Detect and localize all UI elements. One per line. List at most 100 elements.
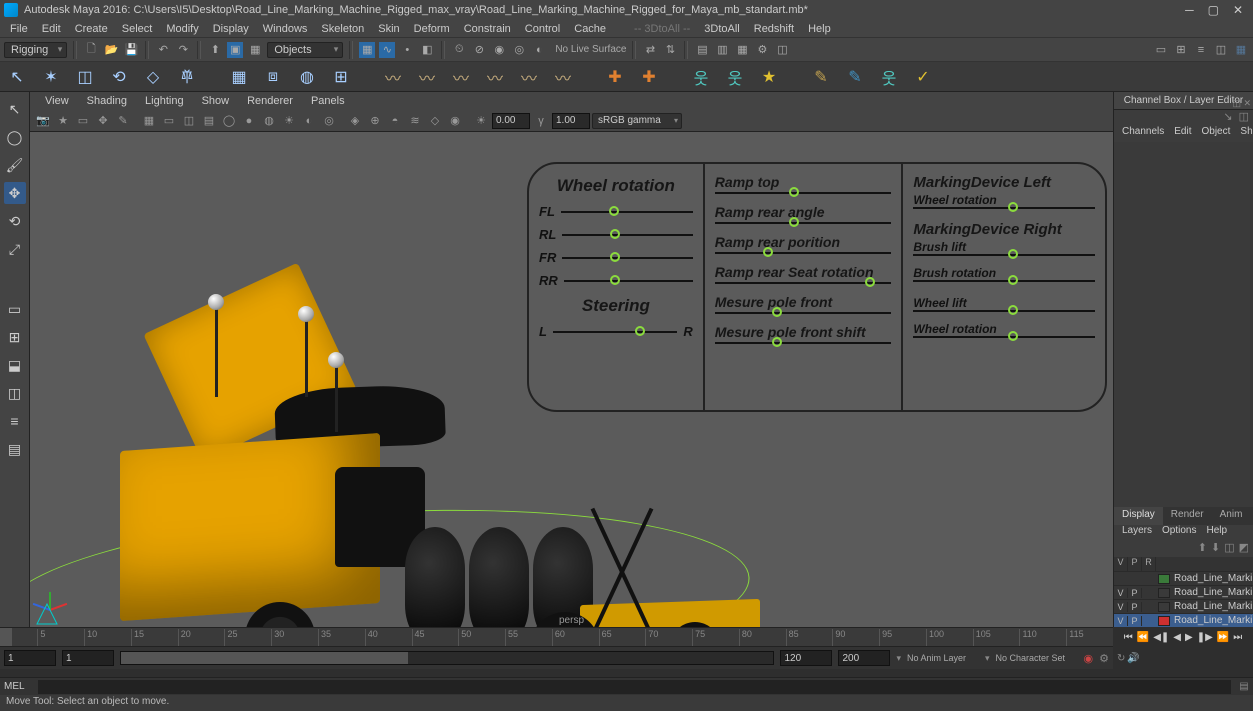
range-end-outer[interactable]: [838, 650, 890, 666]
shelf-wrap-icon[interactable]: ⟲: [108, 66, 130, 88]
pane-icons[interactable]: ◫ ✕: [1232, 94, 1251, 112]
menu-display[interactable]: Display: [207, 22, 255, 36]
cmd-input[interactable]: [38, 680, 1231, 694]
vshadows-icon[interactable]: ◐: [300, 112, 318, 130]
shelf-constraint2-icon[interactable]: ✚: [638, 66, 660, 88]
vgamma-icon[interactable]: γ: [532, 112, 550, 130]
live-icon[interactable]: ◉: [491, 42, 507, 58]
layout-single-icon[interactable]: ▭: [4, 298, 26, 320]
shelf-check-icon[interactable]: ✓: [912, 66, 934, 88]
viewmenu-view[interactable]: View: [38, 94, 76, 108]
panel-layout4-icon[interactable]: ◫: [1213, 42, 1229, 58]
vexposure-icon[interactable]: ☀: [472, 112, 490, 130]
shelf-hik3-icon[interactable]: ★: [758, 66, 780, 88]
construction-icon[interactable]: ◐: [531, 42, 547, 58]
select-tool-icon[interactable]: ↖: [4, 98, 26, 120]
menu-windows[interactable]: Windows: [257, 22, 314, 36]
shelf-lattice-icon[interactable]: ◫: [74, 66, 96, 88]
step-back-key-icon[interactable]: ⏪: [1137, 632, 1149, 643]
lemenu-options[interactable]: Options: [1158, 525, 1200, 541]
menu-file[interactable]: File: [4, 22, 34, 36]
menu-create[interactable]: Create: [69, 22, 114, 36]
menu-modify[interactable]: Modify: [160, 22, 204, 36]
viewmenu-lighting[interactable]: Lighting: [138, 94, 191, 108]
save-scene-icon[interactable]: 💾: [123, 42, 139, 58]
layout-four-icon[interactable]: ⊞: [4, 326, 26, 348]
menu-3dtoall[interactable]: 3DtoAll: [698, 22, 745, 36]
go-end-icon[interactable]: ⏭: [1233, 632, 1242, 643]
scale-tool-icon[interactable]: ⤢: [4, 238, 26, 260]
shelf-paint-icon[interactable]: ✎: [844, 66, 866, 88]
shelf-skeleton-icon[interactable]: 𐄷: [176, 66, 198, 88]
brush-rot-slider[interactable]: [913, 280, 1095, 282]
step-fwd-icon[interactable]: ❚▶: [1197, 632, 1213, 643]
vao-icon[interactable]: ◓: [386, 112, 404, 130]
chmenu-channels[interactable]: Channels: [1118, 126, 1168, 142]
viewmenu-shading[interactable]: Shading: [80, 94, 134, 108]
shelf-hik1-icon[interactable]: 웃: [690, 66, 712, 88]
shelf-skin2-icon[interactable]: 〰: [416, 66, 438, 88]
shelf-click-icon[interactable]: ↖: [6, 66, 28, 88]
vshaded-icon[interactable]: ●: [240, 112, 258, 130]
layer-add-sel-icon[interactable]: ◩: [1239, 541, 1249, 557]
layer-down-icon[interactable]: ⬇: [1211, 541, 1220, 557]
shelf-cube-icon[interactable]: ▦: [228, 66, 250, 88]
tab-render[interactable]: Render: [1163, 507, 1212, 525]
steering-slider[interactable]: [553, 331, 677, 333]
vfilm-gate-icon[interactable]: ▭: [160, 112, 178, 130]
shelf-brush-icon[interactable]: ✎: [810, 66, 832, 88]
rotate-tool-icon[interactable]: ⟲: [4, 210, 26, 232]
menu-constrain[interactable]: Constrain: [458, 22, 517, 36]
shelf-skin3-icon[interactable]: 〰: [450, 66, 472, 88]
measure-pole-shift-slider[interactable]: [715, 342, 892, 344]
vwireframe-icon[interactable]: ◯: [220, 112, 238, 130]
menu-control[interactable]: Control: [519, 22, 566, 36]
step-back-icon[interactable]: ◀❚: [1153, 632, 1169, 643]
toggle-panel-icon[interactable]: ▦: [1233, 42, 1249, 58]
shelf-skin4-icon[interactable]: 〰: [484, 66, 506, 88]
visolate-icon[interactable]: ◎: [320, 112, 338, 130]
shelf-cubes-icon[interactable]: ⧈: [262, 66, 284, 88]
vtextured-icon[interactable]: ◍: [260, 112, 278, 130]
select-component-icon[interactable]: ▦: [247, 42, 263, 58]
colorspace-dropdown[interactable]: sRGB gamma: [592, 113, 682, 129]
exposure-input[interactable]: [492, 113, 530, 129]
module-dropdown[interactable]: Rigging: [4, 42, 67, 58]
menu-redshift[interactable]: Redshift: [748, 22, 800, 36]
layer-row[interactable]: VPRoad_Line_Marking_M: [1114, 585, 1253, 599]
sym-x-icon[interactable]: ⇄: [642, 42, 658, 58]
shelf-sphere-icon[interactable]: ◍: [296, 66, 318, 88]
tab-anim[interactable]: Anim: [1212, 507, 1251, 525]
go-start-icon[interactable]: ⏮: [1124, 632, 1133, 643]
range-start-outer[interactable]: [4, 650, 56, 666]
minimize-button[interactable]: ─: [1185, 3, 1194, 17]
layer-up-icon[interactable]: ⬆: [1198, 541, 1207, 557]
layer-row[interactable]: VPRoad_Line_Marking_M: [1114, 613, 1253, 627]
live-off-icon[interactable]: ◎: [511, 42, 527, 58]
select-object-icon[interactable]: ▣: [227, 42, 243, 58]
snap-grid-icon[interactable]: ▦: [359, 42, 375, 58]
shelf-hik2-icon[interactable]: 웃: [724, 66, 746, 88]
gamma-input[interactable]: [552, 113, 590, 129]
history-icon[interactable]: ⏲: [451, 42, 467, 58]
ramp-rear-pos-slider[interactable]: [715, 252, 892, 254]
viewport[interactable]: Wheel rotation FL RL FR RR Steering L R …: [30, 132, 1113, 627]
prefs-icon[interactable]: ⚙: [1099, 652, 1109, 665]
vxray-icon[interactable]: ◈: [346, 112, 364, 130]
shelf-cluster-icon[interactable]: ◇: [142, 66, 164, 88]
layer-add-empty-icon[interactable]: ◫: [1224, 541, 1234, 557]
layout-two-h-icon[interactable]: ⬓: [4, 354, 26, 376]
vgrease-icon[interactable]: ✎: [114, 112, 132, 130]
measure-pole-front-slider[interactable]: [715, 312, 892, 314]
rr-slider[interactable]: [564, 280, 693, 282]
ml-wheel-rot-slider[interactable]: [913, 207, 1095, 209]
autokey-icon[interactable]: ◉: [1084, 652, 1094, 665]
render-settings-icon[interactable]: ⚙: [754, 42, 770, 58]
char-set-dropdown[interactable]: No Character Set: [996, 653, 1078, 663]
menu-help[interactable]: Help: [802, 22, 837, 36]
wheel-rot-slider[interactable]: [913, 336, 1095, 338]
vgate-mask-icon[interactable]: ▤: [200, 112, 218, 130]
menu-skin[interactable]: Skin: [372, 22, 405, 36]
paint-select-tool-icon[interactable]: 🖌: [4, 154, 26, 176]
snap-plane-icon[interactable]: ◧: [419, 42, 435, 58]
